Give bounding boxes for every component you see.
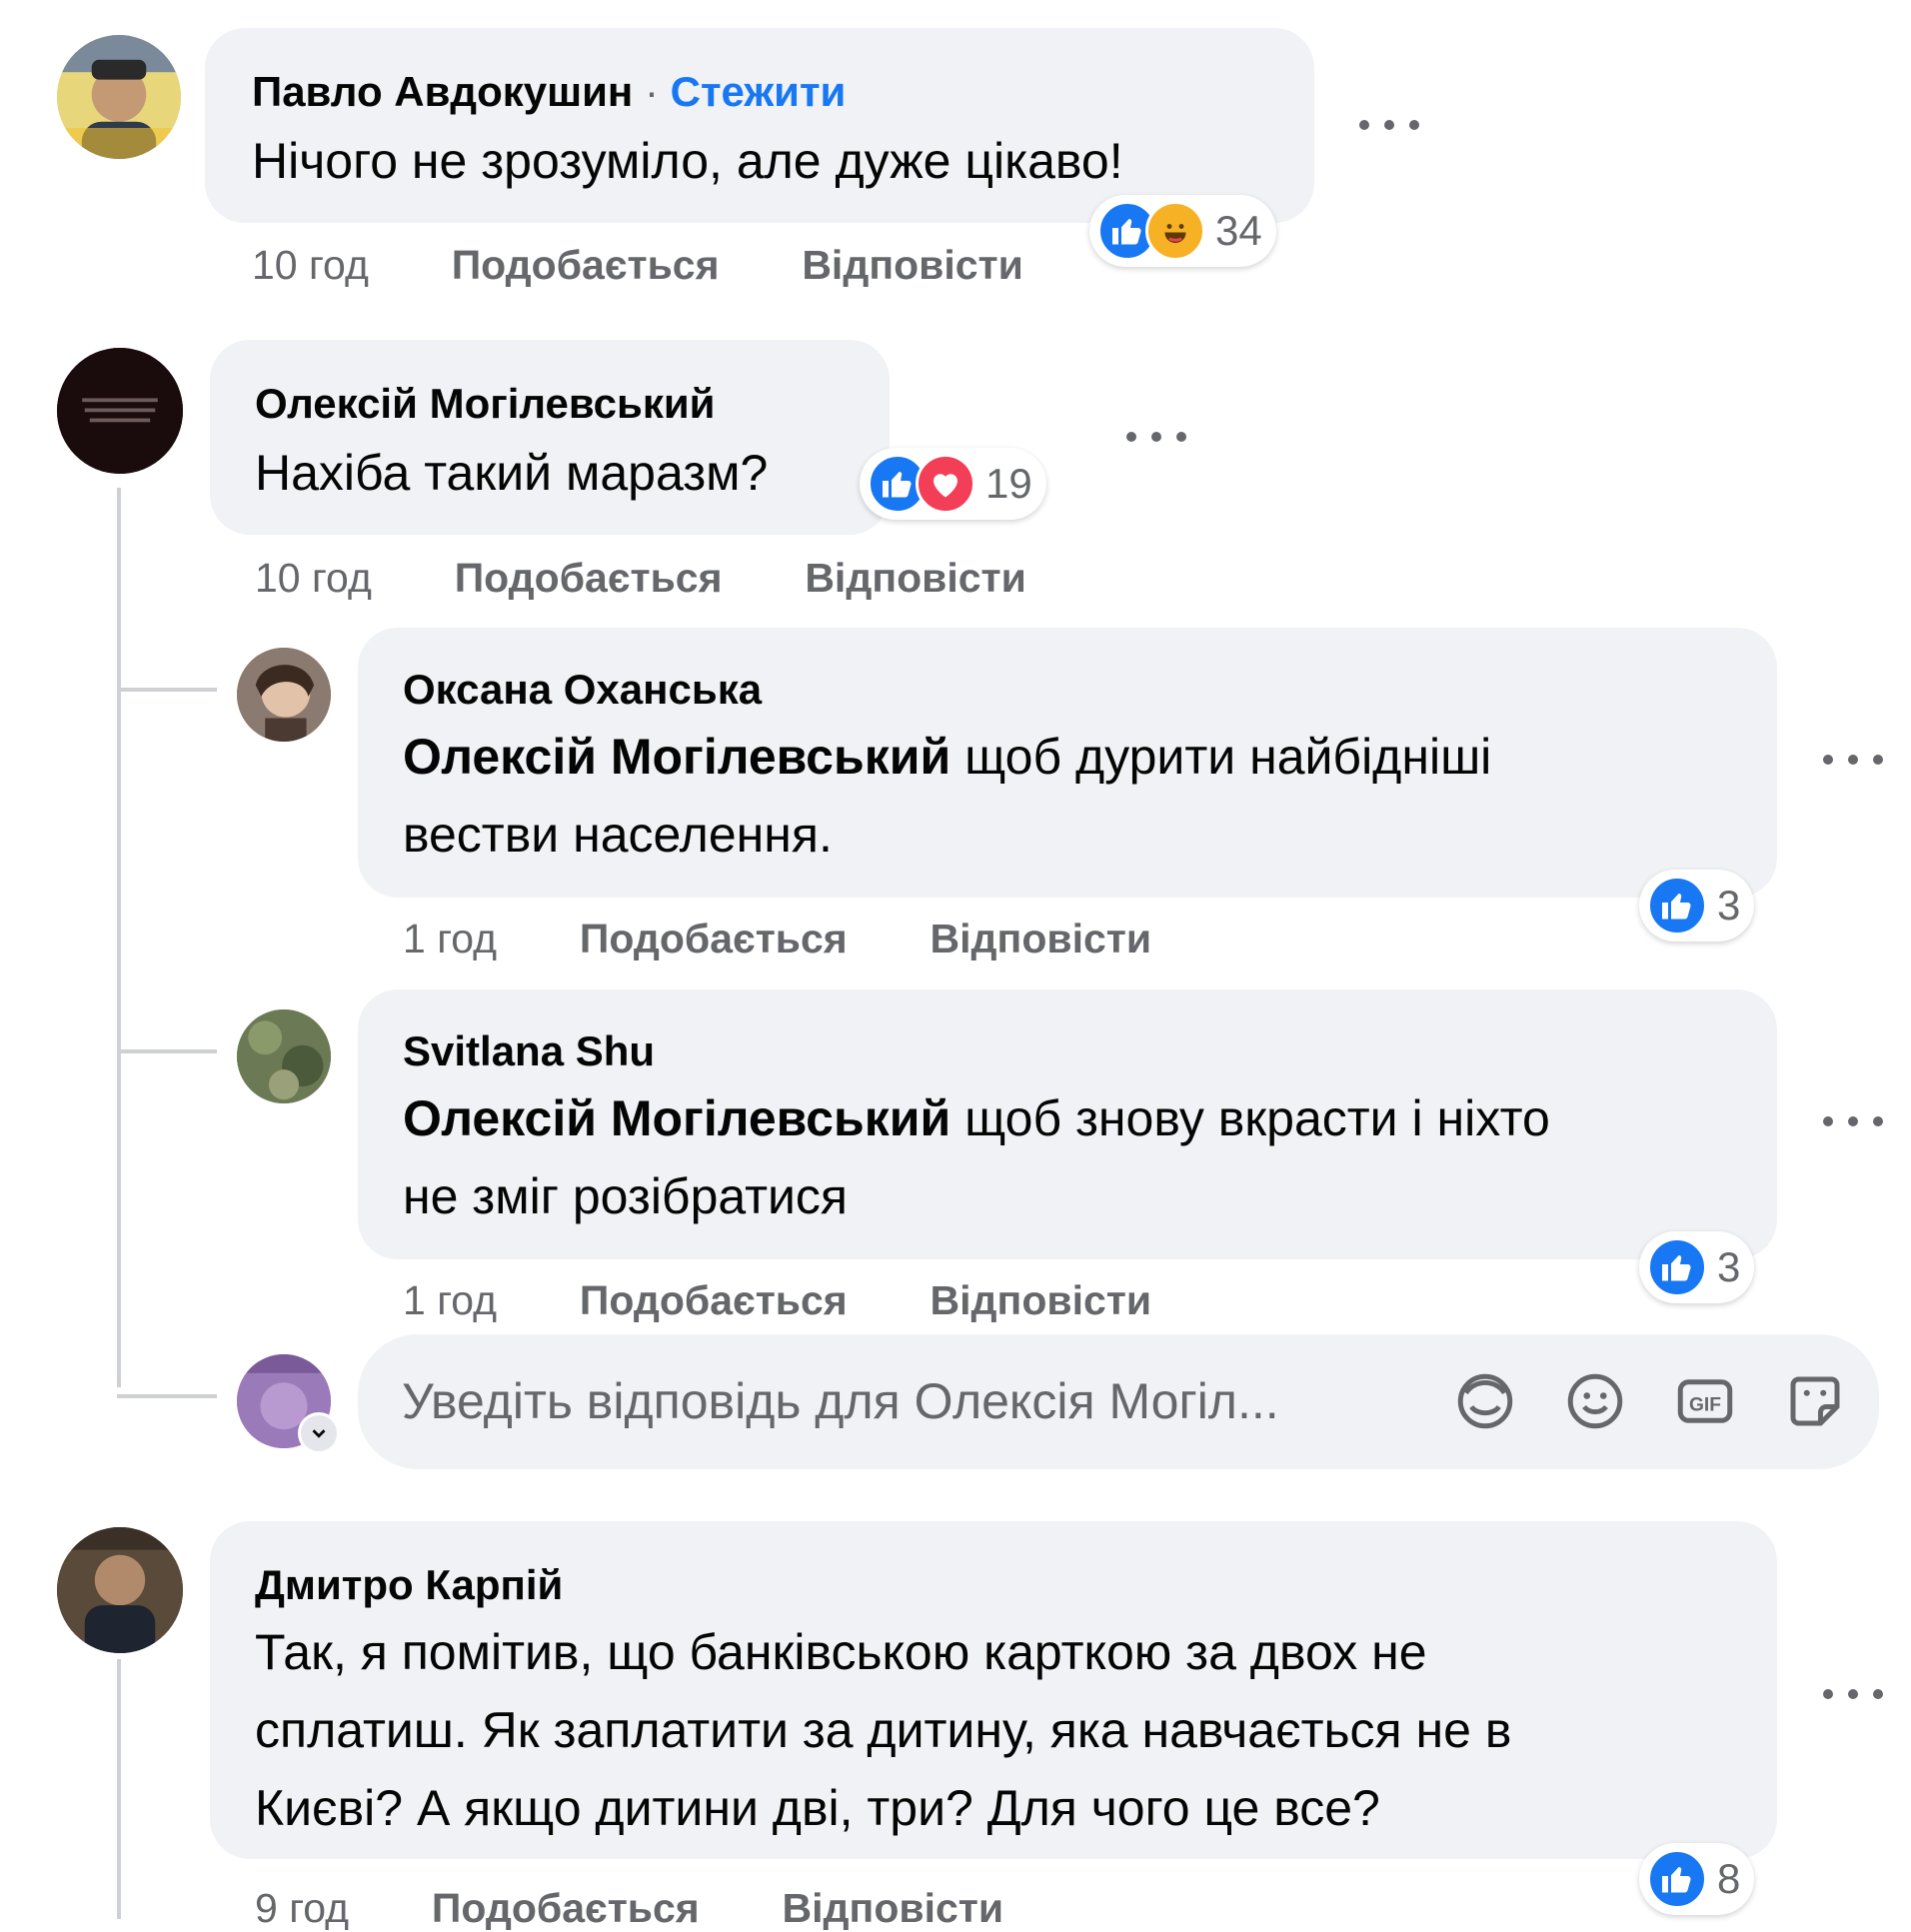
avatar[interactable] (57, 348, 183, 474)
haha-icon (1145, 201, 1205, 261)
avatar[interactable] (57, 35, 181, 159)
separator: · (644, 68, 659, 115)
more-options-icon[interactable] (1823, 750, 1883, 770)
svg-text:GIF: GIF (1689, 1395, 1721, 1416)
reaction-summary[interactable]: 3 (1639, 870, 1755, 942)
comment-meta: 10 год Подобається Відповісти (255, 555, 1026, 602)
comment-text: Нахіба такий маразм? (255, 445, 769, 501)
reply-input[interactable]: Уведіть відповідь для Олексія Могіл... G… (358, 1334, 1879, 1469)
reply-meta: 1 год Подобається Відповісти (403, 1277, 1151, 1324)
reply-text: Олексій Могілевський щоб знову вкрасти і… (403, 1079, 1550, 1235)
avatar-sticker-icon[interactable] (1452, 1368, 1518, 1434)
reaction-summary[interactable]: 19 (860, 448, 1046, 520)
like-button[interactable]: Подобається (455, 555, 723, 601)
reply-input-placeholder: Уведіть відповідь для Олексія Могіл... (402, 1373, 1279, 1429)
comment-author[interactable]: Дмитро Карпій (255, 1561, 563, 1609)
like-icon (1647, 1849, 1707, 1909)
avatar[interactable] (57, 1527, 183, 1653)
reaction-summary[interactable]: 8 (1639, 1843, 1755, 1915)
thread-line (117, 1659, 121, 1919)
comment-meta: 9 год Подобається Відповісти (255, 1885, 1003, 1932)
comment-text: Нічого не зрозуміло, але дуже цікаво! (252, 133, 1123, 189)
emoji-icon[interactable] (1562, 1368, 1628, 1434)
timestamp[interactable]: 1 год (403, 916, 497, 962)
reaction-count: 8 (1717, 1855, 1741, 1902)
love-icon (916, 454, 975, 514)
reply-author[interactable]: Оксана Оханська (403, 666, 762, 714)
reply-text: Олексій Могілевський щоб дурити найбідні… (403, 718, 1491, 874)
comment-text-line3: Києві? А якщо дитини дві, три? Для чого … (255, 1780, 1380, 1836)
reply-button[interactable]: Відповісти (931, 916, 1152, 962)
author-name[interactable]: Павло Авдокушин (252, 68, 633, 115)
mention-link[interactable]: Олексій Могілевський (403, 729, 951, 785)
reaction-summary[interactable]: 3 (1639, 1231, 1755, 1303)
comment-text-line2: сплатиш. Як заплатити за дитину, яка нав… (255, 1702, 1512, 1758)
mention-link[interactable]: Олексій Могілевський (403, 1090, 951, 1146)
reaction-count: 3 (1717, 1243, 1741, 1290)
comment-author: Павло Авдокушин · Стежити (252, 68, 846, 116)
thread-line (117, 488, 121, 1387)
reply-text-line2: не зміг розібратися (403, 1168, 848, 1224)
reply-button[interactable]: Відповісти (931, 1277, 1152, 1323)
like-button[interactable]: Подобається (452, 242, 720, 288)
comment-meta: 10 год Подобається Відповісти (252, 242, 1023, 289)
thread-branch (117, 1049, 217, 1053)
avatar[interactable] (237, 648, 331, 742)
reply-author[interactable]: Svitlana Shu (403, 1027, 655, 1075)
like-button[interactable]: Подобається (432, 1885, 700, 1931)
comment-text: Так, я помітив, що банківською карткою з… (255, 1613, 1511, 1847)
reply-meta: 1 год Подобається Відповісти (403, 916, 1151, 963)
reaction-count: 3 (1717, 882, 1741, 929)
comment-author[interactable]: Олексій Могілевський (255, 380, 715, 428)
gif-icon[interactable]: GIF (1672, 1368, 1738, 1434)
timestamp[interactable]: 9 год (255, 1885, 349, 1931)
timestamp[interactable]: 10 год (252, 242, 369, 288)
thread-branch (117, 1394, 217, 1398)
sticker-icon[interactable] (1782, 1368, 1848, 1434)
reply-text-line1: щоб дурити найбідніші (951, 729, 1492, 785)
reply-button[interactable]: Відповісти (783, 1885, 1004, 1931)
reply-button[interactable]: Відповісти (805, 555, 1026, 601)
reply-button[interactable]: Відповісти (802, 242, 1023, 288)
reaction-summary[interactable]: 34 (1089, 195, 1276, 267)
comment-text-line1: Так, я помітив, що банківською карткою з… (255, 1624, 1427, 1680)
follow-link[interactable]: Стежити (671, 68, 847, 115)
reaction-count: 19 (985, 460, 1032, 507)
more-options-icon[interactable] (1126, 427, 1186, 447)
like-icon (1647, 1237, 1707, 1297)
timestamp[interactable]: 10 год (255, 555, 372, 601)
like-button[interactable]: Подобається (580, 916, 848, 962)
avatar[interactable] (237, 1009, 331, 1103)
more-options-icon[interactable] (1823, 1684, 1883, 1704)
like-button[interactable]: Подобається (580, 1277, 848, 1323)
more-options-icon[interactable] (1823, 1111, 1883, 1131)
reply-text-line2: вестви населення. (403, 807, 833, 863)
timestamp[interactable]: 1 год (403, 1277, 497, 1323)
reaction-count: 34 (1215, 207, 1262, 254)
reply-text-line1: щоб знову вкрасти і ніхто (951, 1090, 1550, 1146)
like-icon (1647, 876, 1707, 936)
more-options-icon[interactable] (1359, 115, 1419, 135)
thread-branch (117, 688, 217, 692)
account-switch-icon[interactable] (298, 1412, 340, 1454)
